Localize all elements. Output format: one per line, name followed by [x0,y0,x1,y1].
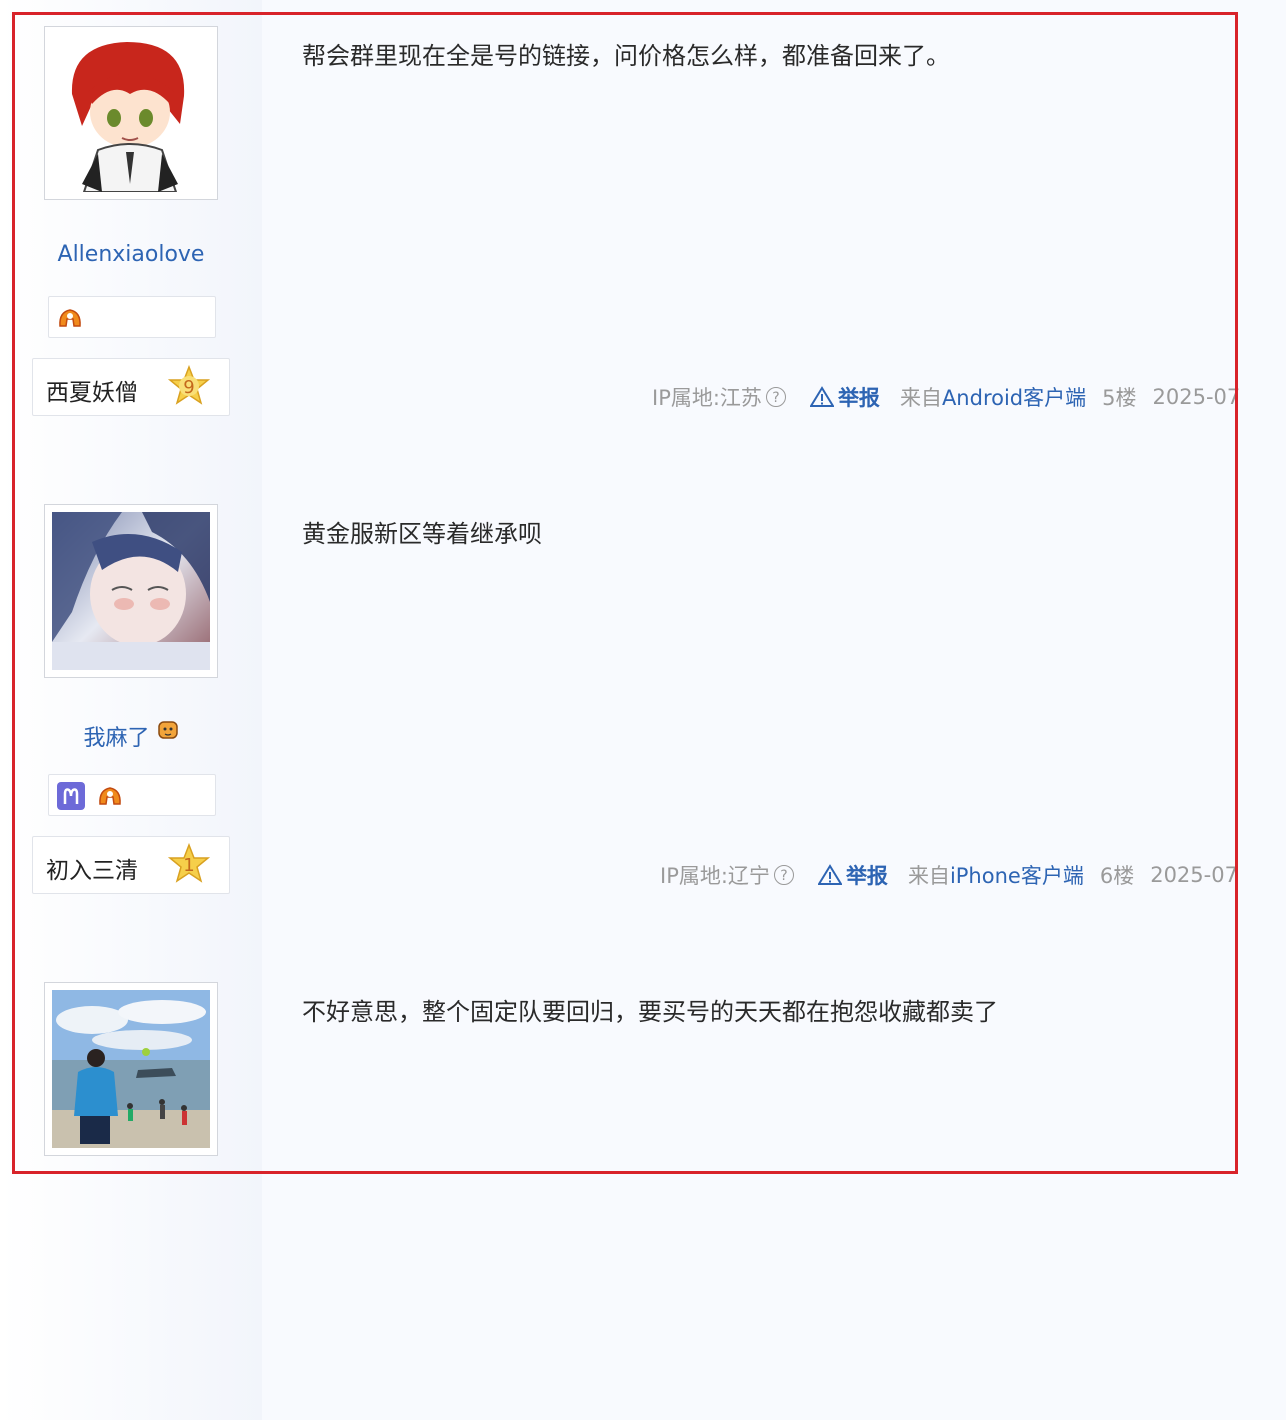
avatar[interactable] [44,504,218,678]
game-badge-icon[interactable] [97,784,123,808]
username-text: 我麻了 [83,726,150,751]
level-box[interactable]: 初入三清 1 [32,836,230,894]
post-meta: IP属地:辽宁 ? 举报 来自 iPhone客户端 6楼 2025-07 [660,860,1238,890]
post-floor-5: Allenxiaolove 西夏妖僧 9 帮会群里现在全是号的链接，问价格怎么样… [0,0,1286,465]
ip-location: IP属地:辽宁 [660,864,770,888]
avatar[interactable] [44,26,218,200]
post-date: 2025-07 [1152,385,1241,409]
post-content: 黄金服新区等着继承呗 [302,520,542,548]
username-link[interactable]: 我麻了 [0,720,262,752]
aries-icon[interactable] [57,782,85,810]
report-label: 举报 [845,864,888,888]
badge-box [48,774,216,816]
help-icon[interactable]: ? [765,387,786,407]
post-content: 不好意思，整个固定队要回归，要买号的天天都在抱怨收藏都卖了 [302,998,998,1026]
level-number: 9 [183,377,194,398]
help-icon[interactable]: ? [773,865,794,885]
avatar-anime-redhair-image [52,34,210,192]
username-link[interactable]: Allenxiaolove [0,242,262,267]
avatar-anime-bluehair-image [52,512,210,670]
post-floor-6: 我麻了 初入三清 1 黄金服新区等着继承呗 IP属地:辽宁 ? 举报 来自 iP… [0,464,1286,943]
report-label: 举报 [837,386,880,410]
warning-icon [809,386,834,407]
ip-location: IP属地:江苏 [652,386,762,410]
post-date: 2025-07 [1150,863,1238,887]
avatar-beach-photo-image [52,990,210,1148]
from-prefix: 来自 [907,864,950,888]
post-meta: IP属地:江苏 ? 举报 来自 Android客户端 5楼 2025-07 [652,382,1240,412]
level-number: 1 [183,855,194,876]
report-button[interactable]: 举报 [817,860,888,890]
post-floor-7: 不好意思，整个固定队要回归，要买号的天天都在抱怨收藏都卖了 [0,942,1286,1420]
badge-box [48,296,216,338]
level-title: 初入三清 [46,858,138,884]
avatar[interactable] [44,982,218,1156]
tiger-emoji-icon [157,721,178,739]
level-star-icon: 1 [167,843,211,883]
post-content: 帮会群里现在全是号的链接，问价格怎么样，都准备回来了。 [302,42,950,70]
level-box[interactable]: 西夏妖僧 9 [32,358,230,416]
client-link[interactable]: iPhone客户端 [950,860,1084,890]
game-badge-icon[interactable] [57,306,83,330]
floor-number: 6楼 [1099,864,1135,888]
post-thread: Allenxiaolove 西夏妖僧 9 帮会群里现在全是号的链接，问价格怎么样… [0,0,1286,1420]
warning-icon [817,864,842,885]
from-prefix: 来自 [899,386,942,410]
report-button[interactable]: 举报 [809,382,880,412]
floor-number: 5楼 [1102,386,1137,410]
level-title: 西夏妖僧 [46,380,138,406]
author-panel: 我麻了 初入三清 1 [0,464,262,942]
client-link[interactable]: Android客户端 [942,382,1086,412]
author-panel [0,942,262,1420]
level-star-icon: 9 [167,365,211,405]
author-panel: Allenxiaolove 西夏妖僧 9 [0,0,262,464]
